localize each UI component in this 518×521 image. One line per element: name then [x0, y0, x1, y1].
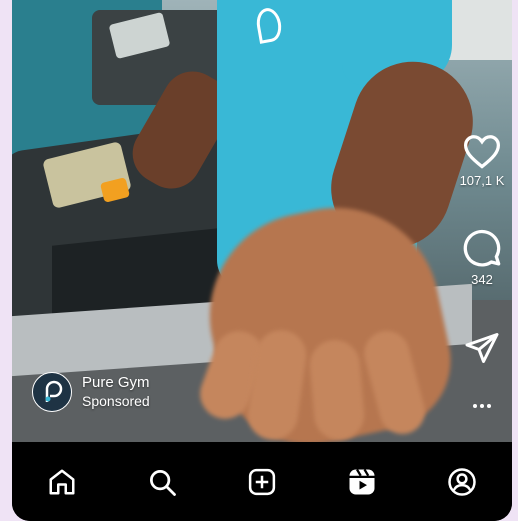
nav-create[interactable]: [232, 452, 292, 512]
video-finger: [307, 338, 367, 442]
heart-icon[interactable]: [462, 133, 502, 169]
nav-reels[interactable]: [332, 452, 392, 512]
sponsor-account[interactable]: Pure Gym Sponsored: [32, 372, 150, 412]
reels-screen: 107,1 K 342 Pure Gym Sponsored: [12, 0, 512, 521]
reels-icon[interactable]: [347, 467, 377, 497]
nav-search[interactable]: [132, 452, 192, 512]
share-action[interactable]: [452, 330, 512, 366]
nav-home[interactable]: [32, 452, 92, 512]
avatar[interactable]: [32, 372, 72, 412]
more-action[interactable]: [452, 396, 512, 416]
sponsored-label: Sponsored: [82, 393, 150, 409]
search-icon[interactable]: [147, 467, 177, 497]
home-icon[interactable]: [47, 467, 77, 497]
profile-icon[interactable]: [447, 467, 477, 497]
bottom-nav: [12, 442, 512, 521]
nav-profile[interactable]: [432, 452, 492, 512]
pure-gym-logo-icon: [45, 380, 63, 402]
like-action[interactable]: 107,1 K: [452, 133, 512, 188]
comment-action[interactable]: 342: [452, 228, 512, 287]
more-icon[interactable]: [467, 396, 497, 416]
account-name[interactable]: Pure Gym: [82, 373, 150, 392]
account-text: Pure Gym Sponsored: [82, 373, 150, 411]
send-icon[interactable]: [463, 330, 501, 366]
comment-count: 342: [471, 272, 493, 287]
like-count: 107,1 K: [459, 173, 505, 188]
comment-icon[interactable]: [462, 228, 502, 268]
create-icon[interactable]: [247, 467, 277, 497]
